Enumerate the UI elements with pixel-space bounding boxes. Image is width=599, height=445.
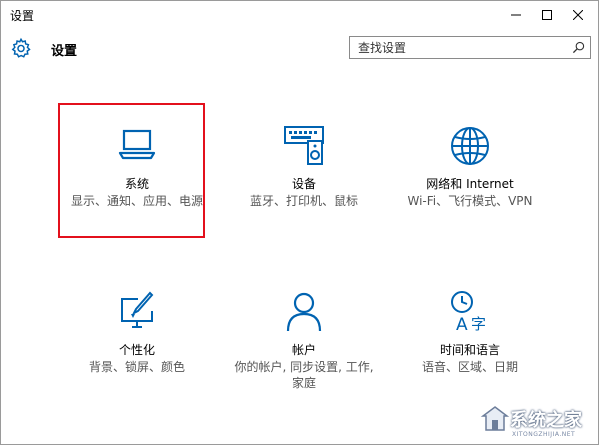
page-title: 设置 <box>51 44 78 59</box>
tile-devices[interactable]: 设备 蓝牙、打印机、鼠标 <box>229 123 379 253</box>
clock-language-icon: A 字 <box>451 291 486 335</box>
search-box[interactable] <box>349 36 591 59</box>
tile-time-language-name: 时间和语言 <box>439 343 500 357</box>
svg-text:A: A <box>456 315 468 335</box>
watermark-subtext: XITONGZHIJIA.NET <box>512 431 576 438</box>
tile-network-name: 网络和 Internet <box>426 177 514 191</box>
tile-accounts-desc: 你的帐户, 同步设置, 工作, 家庭 <box>234 360 374 390</box>
laptop-icon <box>118 129 156 160</box>
window-title: 设置 <box>10 9 35 23</box>
tile-system[interactable]: 系统 显示、通知、应用、电源 <box>62 123 212 253</box>
settings-window: 设置 设置 系统 显示、通知、应用、电源 <box>0 0 599 445</box>
watermark-text: 系统之家 <box>510 410 582 431</box>
minimize-icon <box>511 14 521 16</box>
tile-personalization[interactable]: 个性化 背景、锁屏、颜色 <box>62 289 212 419</box>
search-icon[interactable] <box>572 41 585 54</box>
tile-system-name: 系统 <box>124 177 149 191</box>
tile-network-desc: Wi-Fi、飞行模式、VPN <box>407 194 533 208</box>
watermark: 系统之家 XITONGZHIJIA.NET <box>480 400 598 442</box>
close-icon <box>573 10 583 20</box>
monitor-brush-icon <box>121 291 154 328</box>
maximize-button[interactable] <box>531 1 563 29</box>
globe-icon <box>451 127 489 165</box>
maximize-icon <box>542 10 552 20</box>
keyboard-speaker-icon <box>284 126 324 165</box>
tile-devices-name: 设备 <box>291 177 316 191</box>
gear-icon <box>11 37 31 58</box>
watermark-logo-icon <box>480 406 510 431</box>
tile-time-language-desc: 语音、区域、日期 <box>421 360 518 374</box>
tile-personalization-name: 个性化 <box>118 343 155 357</box>
tile-devices-desc: 蓝牙、打印机、鼠标 <box>249 194 358 208</box>
svg-text:字: 字 <box>471 315 486 333</box>
title-bar: 设置 <box>1 1 598 29</box>
tile-personalization-desc: 背景、锁屏、颜色 <box>88 360 185 374</box>
minimize-button[interactable] <box>500 1 532 29</box>
search-input[interactable] <box>350 37 578 58</box>
tile-accounts[interactable]: 帐户 你的帐户, 同步设置, 工作, 家庭 <box>229 289 379 419</box>
tile-system-desc: 显示、通知、应用、电源 <box>70 194 203 208</box>
close-button[interactable] <box>562 1 594 29</box>
tile-network[interactable]: 网络和 Internet Wi-Fi、飞行模式、VPN <box>395 123 545 253</box>
person-icon <box>286 292 322 332</box>
tile-accounts-name: 帐户 <box>291 343 316 357</box>
